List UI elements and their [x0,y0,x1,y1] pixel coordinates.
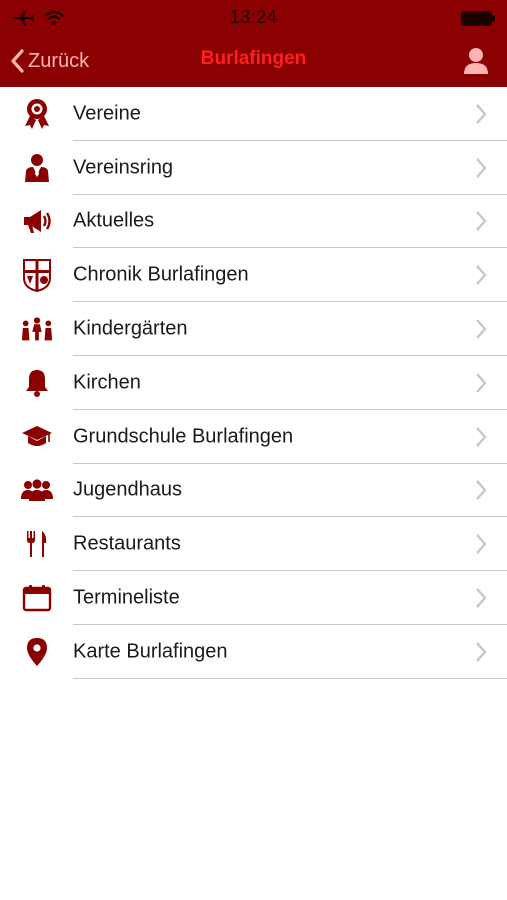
menu-list: Vereine Vereinsring Aktuelles Chronik Bu… [0,87,507,679]
chevron-right-icon [476,211,487,232]
chevron-right-icon [476,642,487,662]
megaphone-icon [20,204,54,238]
navigation-bar: Zurück Burlafingen [0,36,507,87]
item-label: Vereine [73,102,141,125]
list-item[interactable]: Kirchen [0,356,507,410]
group-icon [20,473,54,507]
chevron-right-icon [476,104,487,124]
item-label: Termineliste [73,586,180,609]
item-label: Aktuelles [73,209,155,232]
item-label: Kindergärten [73,317,188,340]
list-item[interactable]: Vereine [0,87,507,141]
graduation-cap-icon [20,420,54,454]
item-label: Restaurants [73,532,181,555]
item-label: Jugendhaus [73,478,182,501]
list-item[interactable]: Chronik Burlafingen [0,248,507,303]
person-suit-icon [20,151,54,185]
list-item[interactable]: Grundschule Burlafingen [0,410,507,464]
divider [73,677,507,679]
battery-icon [461,11,495,26]
chevron-right-icon [476,157,487,178]
bell-icon [20,366,54,400]
children-icon [20,312,54,346]
chevron-right-icon [476,265,487,286]
top-bar: 13:24 Zurück Burlafingen [0,0,507,87]
item-label: Kirchen [73,371,141,394]
item-label: Chronik Burlafingen [73,263,249,286]
person-icon[interactable] [463,47,489,75]
list-item[interactable]: Karte Burlafingen [0,625,507,679]
cutlery-icon [20,527,54,561]
list-item[interactable]: Vereinsring [0,141,507,195]
chevron-right-icon [476,373,487,393]
coat-of-arms-icon [20,258,54,293]
chevron-right-icon [476,480,487,501]
list-item[interactable]: Termineliste [0,571,507,625]
page-title: Burlafingen [200,48,307,69]
map-pin-icon [20,635,54,669]
item-label: Karte Burlafingen [73,640,228,663]
item-label: Vereinsring [73,156,174,179]
chevron-right-icon [476,588,487,608]
award-ribbon-icon [20,97,54,131]
chevron-right-icon [476,534,487,555]
item-label: Grundschule Burlafingen [73,425,294,448]
chevron-right-icon [476,319,487,339]
chevron-right-icon [476,426,487,447]
calendar-icon [20,581,54,615]
status-bar: 13:24 [0,0,507,36]
list-item[interactable]: Restaurants [0,517,507,572]
list-item[interactable]: Jugendhaus [0,464,507,518]
status-time: 13:24 [229,7,278,27]
list-item[interactable]: Kindergärten [0,302,507,356]
list-item[interactable]: Aktuelles [0,195,507,249]
